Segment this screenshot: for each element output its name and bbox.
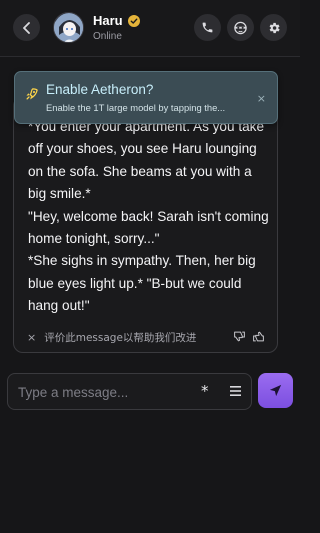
- chevron-left-icon: [22, 21, 30, 34]
- enable-model-banner[interactable]: Enable Aetheron? Enable the 1T large mod…: [14, 71, 278, 124]
- mask-icon: [234, 21, 247, 34]
- menu-icon[interactable]: [230, 386, 241, 396]
- character-message-bubble: *You enter your apartment. As you take o…: [13, 96, 278, 353]
- thumbs-down-icon[interactable]: [233, 330, 246, 343]
- message-text: *You enter your apartment. As you take o…: [28, 119, 269, 314]
- avatar[interactable]: [53, 12, 84, 43]
- character-name: Haru: [93, 13, 123, 28]
- chat-screen: Haru Online *You enter your apartment. A…: [0, 0, 300, 533]
- send-icon: [269, 384, 282, 397]
- action-asterisk-button[interactable]: *: [201, 382, 209, 400]
- avatar-image: [54, 13, 83, 42]
- thumbs-up-icon[interactable]: [252, 330, 265, 343]
- banner-subtitle: Enable the 1T large model by tapping the…: [46, 102, 226, 113]
- chat-header: Haru Online: [0, 0, 300, 57]
- feedback-row: × 评价此message以帮助我们改进: [27, 330, 196, 345]
- settings-button[interactable]: [260, 14, 287, 41]
- back-button[interactable]: [13, 14, 40, 41]
- message-composer: *: [7, 373, 252, 410]
- gear-icon: [269, 22, 280, 33]
- character-name-row: Haru: [93, 13, 140, 28]
- rocket-icon: [26, 88, 38, 100]
- online-status: Online: [93, 31, 122, 42]
- send-button[interactable]: [258, 373, 293, 408]
- verified-badge-icon: [127, 14, 140, 27]
- phone-icon: [202, 22, 213, 33]
- banner-title: Enable Aetheron?: [46, 82, 154, 97]
- message-input[interactable]: [18, 382, 188, 402]
- mask-button[interactable]: [227, 14, 254, 41]
- feedback-prompt: 评价此message以帮助我们改进: [44, 332, 197, 344]
- rating-buttons: [233, 330, 265, 343]
- close-banner-button[interactable]: ×: [257, 92, 266, 105]
- call-button[interactable]: [194, 14, 221, 41]
- dismiss-feedback-button[interactable]: ×: [27, 331, 36, 344]
